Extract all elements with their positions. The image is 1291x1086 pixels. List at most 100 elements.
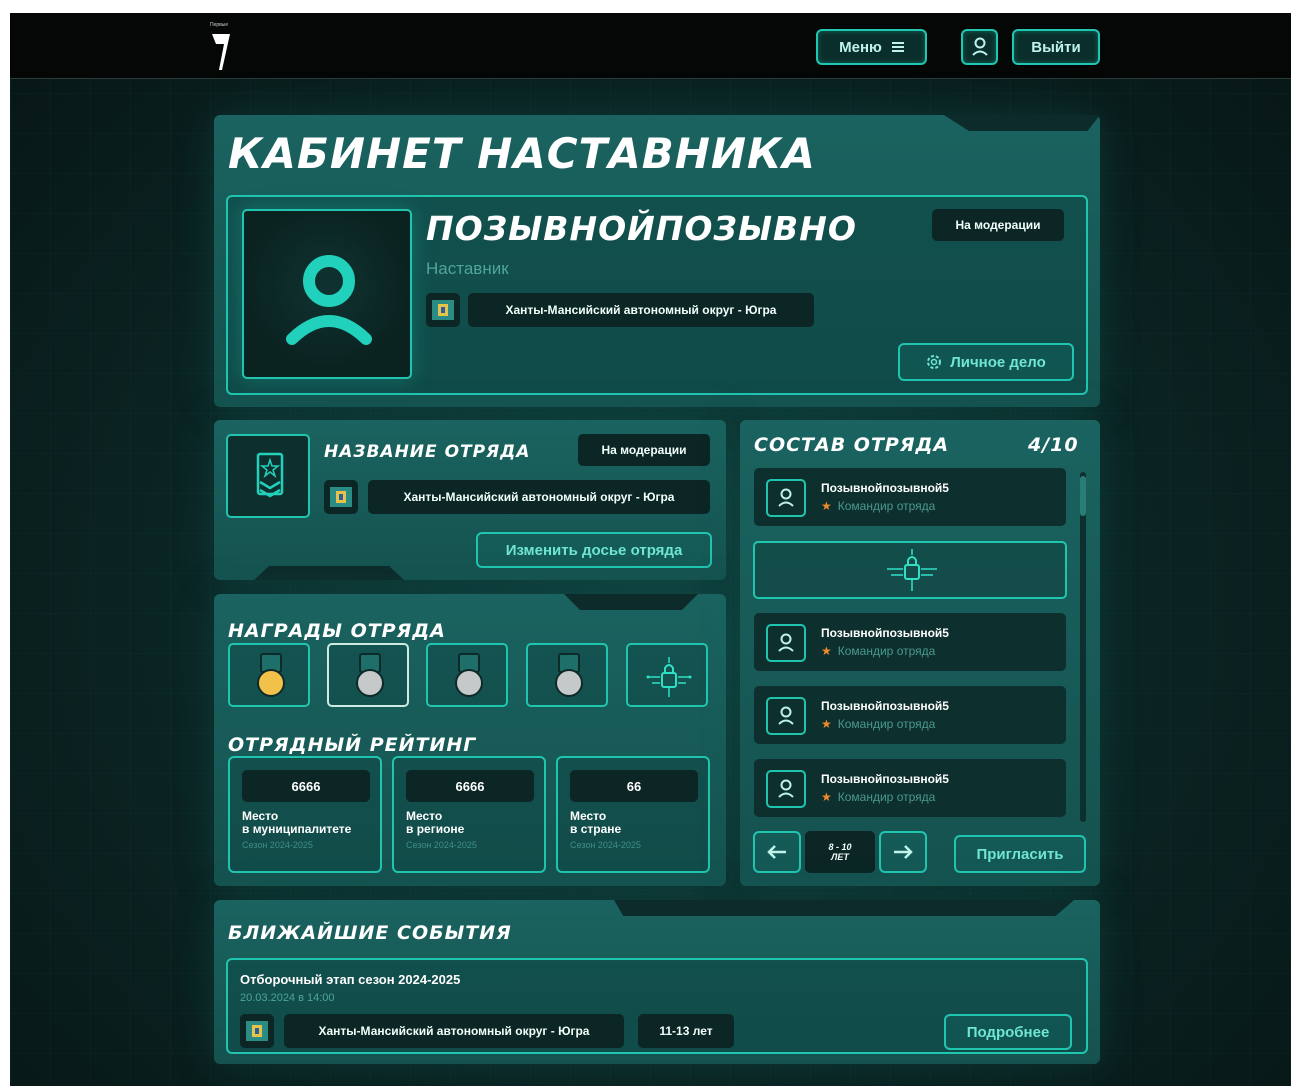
user-icon [766,770,806,808]
avatar[interactable] [242,209,412,379]
rating-municipality: 6666 Место в муниципалитете Сезон 2024-20… [228,756,382,873]
member-name: Позывнойпозывной5 [821,481,949,495]
age-range: 8 - 10 [828,842,852,852]
rating-season: Сезон 2024-2025 [570,840,641,850]
star-icon: ★ [821,644,832,658]
member-role: Командир отряда [837,717,936,731]
member-name: Позывнойпозывной5 [821,626,949,640]
profile-card: ПОЗЫВНОЙПОЗЫВНО На модерации Наставник Х… [226,195,1088,395]
roster-member[interactable]: Позывнойпозывной5 ★ Командир отряда [754,686,1066,744]
user-icon [766,624,806,662]
roster-scrollbar[interactable] [1080,472,1086,822]
arrow-right-icon [894,845,913,859]
medal-silver[interactable] [426,643,508,707]
roster-member[interactable]: Позывнойпозывной5 ★ Командир отряда [754,468,1066,526]
medal-silver[interactable] [327,643,409,707]
roster-member[interactable]: Позывнойпозывной5 ★ Командир отряда [754,613,1066,671]
profile-status-badge: На модерации [932,209,1064,241]
medal-gold[interactable] [228,643,310,707]
user-icon [971,37,988,56]
profile-role: Наставник [426,259,509,278]
medal-icon [257,669,285,697]
medal-silver[interactable] [526,643,608,707]
member-role: Командир отряда [837,644,936,658]
exit-label: Выйти [1031,38,1081,56]
rating-value: 6666 [406,770,534,802]
squad-region: Ханты-Мансийский автономный округ - Югра [368,480,710,514]
squad-name: НАЗВАНИЕ ОТРЯДА [324,442,531,462]
top-bar: Первые Меню Выйти [10,13,1291,79]
member-role: Командир отряда [837,790,936,804]
cabinet-panel: КАБИНЕТ НАСТАВНИКА ПОЗЫВНОЙПОЗЫВНО На мо… [214,115,1100,407]
star-icon: ★ [821,790,832,804]
personal-file-button[interactable]: Личное дело [898,343,1074,381]
details-label: Подробнее [966,1023,1050,1041]
arrow-left-icon [767,845,786,859]
awards-title: НАГРАДЫ ОТРЯДА [228,620,446,642]
region-flag-icon [324,480,358,514]
event-datetime: 20.03.2024 в 14:00 [240,992,335,1004]
next-arrow-button[interactable] [879,831,927,873]
hamburger-icon [891,39,904,56]
rating-label: Место [570,809,607,823]
member-name: Позывнойпозывной5 [821,772,949,786]
exit-button[interactable]: Выйти [1012,29,1100,65]
roster-title: СОСТАВ ОТРЯДА [754,434,950,456]
event-region: Ханты-Мансийский автономный округ - Югра [284,1014,624,1048]
chevron-badge-icon [256,452,284,498]
medal-icon [455,669,483,697]
member-name: Позывнойпозывной5 [821,699,949,713]
star-icon: ★ [821,717,832,731]
rating-label: в регионе [406,822,465,836]
region-flag-icon [426,293,460,327]
edit-squad-label: Изменить досье отряда [505,541,683,559]
user-icon [766,479,806,517]
age-group-display: 8 - 10 ЛЕТ [805,831,875,873]
member-role: Командир отряда [837,499,936,513]
squad-status-badge: На модерации [578,434,710,466]
menu-label: Меню [839,38,882,56]
rating-country: 66 Место в стране Сезон 2024-2025 [556,756,710,873]
rating-value: 6666 [242,770,370,802]
medal-icon [356,669,384,697]
invite-button[interactable]: Пригласить [954,835,1086,873]
rating-region: 6666 Место в регионе Сезон 2024-2025 [392,756,546,873]
scrollbar-thumb[interactable] [1080,476,1086,516]
events-panel: БЛИЖАЙШИЕ СОБЫТИЯ Отборочный этап сезон … [214,900,1100,1064]
menu-button[interactable]: Меню [816,29,927,65]
squad-emblem [226,434,310,518]
rating-label: Место [406,809,443,823]
user-icon [766,697,806,735]
details-button[interactable]: Подробнее [944,1014,1072,1050]
gear-icon [927,355,942,369]
lock-icon [646,657,692,697]
rating-label: Место [242,809,279,823]
rating-title: ОТРЯДНЫЙ РЕЙТИНГ [228,734,477,756]
profile-region: Ханты-Мансийский автономный округ - Югра [468,293,814,327]
rating-label: в стране [570,822,622,836]
event-card: Отборочный этап сезон 2024-2025 20.03.20… [226,958,1088,1054]
edit-squad-button[interactable]: Изменить досье отряда [476,532,712,568]
squad-panel: НАЗВАНИЕ ОТРЯДА На модерации Ханты-Манси… [214,420,726,580]
roster-member[interactable]: Позывнойпозывной5 ★ Командир отряда [754,759,1066,817]
logo[interactable]: Первые [208,20,240,74]
medal-icon [555,669,583,697]
region-flag-icon [240,1014,274,1048]
lock-icon [887,549,937,591]
user-avatar-icon [286,255,372,345]
logo-small-text: Первые [210,22,229,28]
logo-mark-icon [212,34,230,70]
event-age: 11-13 лет [638,1014,734,1048]
event-name: Отборочный этап сезон 2024-2025 [240,972,461,987]
age-unit: ЛЕТ [831,852,849,862]
profile-callsign: ПОЗЫВНОЙПОЗЫВНО [426,209,857,248]
locked-slot[interactable] [753,541,1067,599]
prev-arrow-button[interactable] [753,831,801,873]
rating-season: Сезон 2024-2025 [242,840,313,850]
rating-label: в муниципалитете [242,822,352,836]
personal-file-label: Личное дело [950,353,1046,371]
roster-count: 4/10 [1028,434,1079,456]
medal-locked[interactable] [626,643,708,707]
rating-value: 66 [570,770,698,802]
profile-button[interactable] [961,29,998,65]
